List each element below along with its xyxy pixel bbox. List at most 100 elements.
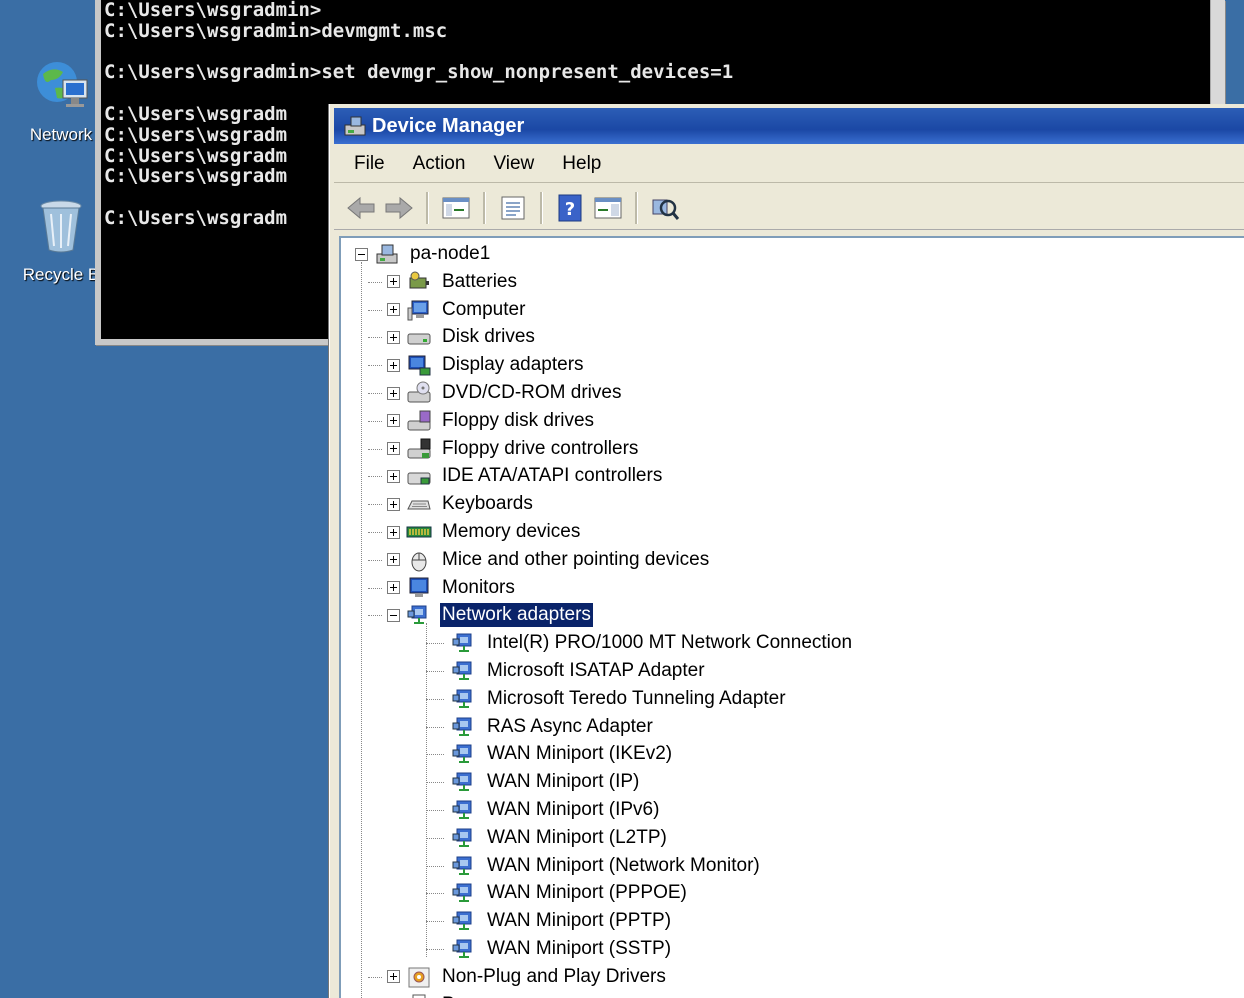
tree-root-node[interactable]: pa-node1 xyxy=(355,240,492,268)
expand-toggle[interactable] xyxy=(387,469,400,483)
tree-item-label: Mice and other pointing devices xyxy=(442,548,710,570)
tree-category-monitors[interactable]: Monitors xyxy=(387,574,517,602)
tree-connector-line xyxy=(368,615,382,617)
tree-category-memory-devices[interactable]: Memory devices xyxy=(387,518,582,546)
dvd-drive-icon xyxy=(406,381,432,405)
scan-hardware-button[interactable] xyxy=(648,191,682,225)
expand-toggle[interactable] xyxy=(387,970,400,984)
network-device-icon xyxy=(451,742,477,766)
device-manager-window[interactable]: Device Manager File Action View Help ? pa-n… xyxy=(329,104,1244,998)
network-device-icon xyxy=(451,715,477,739)
tree-device-item[interactable]: Microsoft Teredo Tunneling Adapter xyxy=(421,685,788,713)
tree-item-label: Computer xyxy=(442,298,526,320)
tree-device-item[interactable]: WAN Miniport (Network Monitor) xyxy=(421,852,762,880)
collapse-toggle[interactable] xyxy=(355,247,368,261)
tree-connector-line xyxy=(426,754,444,756)
tree-category-non-plug-and-play-drivers[interactable]: Non-Plug and Play Drivers xyxy=(387,963,668,991)
tree-device-item[interactable]: WAN Miniport (L2TP) xyxy=(421,824,669,852)
tree-connector-line xyxy=(426,698,444,700)
tree-connector-line xyxy=(368,337,382,339)
expand-toggle[interactable] xyxy=(387,553,400,567)
tree-device-item[interactable]: WAN Miniport (IKEv2) xyxy=(421,740,674,768)
tree-item-label: Non-Plug and Play Drivers xyxy=(442,965,666,987)
show-hide-tree-button[interactable] xyxy=(439,191,473,225)
tree-connector-line xyxy=(426,623,427,957)
expand-toggle[interactable] xyxy=(387,330,400,344)
tree-connector-line xyxy=(361,261,362,998)
tree-connector-line xyxy=(368,309,382,311)
collapse-toggle[interactable] xyxy=(387,608,400,622)
forward-button[interactable] xyxy=(382,191,416,225)
expand-toggle[interactable] xyxy=(387,581,400,595)
expand-toggle[interactable] xyxy=(387,525,400,539)
back-button[interactable] xyxy=(344,191,378,225)
tree-category-p[interactable]: P xyxy=(387,991,457,998)
keyboard-icon xyxy=(406,492,432,516)
expand-toggle[interactable] xyxy=(387,414,400,428)
properties-icon xyxy=(501,196,525,219)
expand-toggle[interactable] xyxy=(387,497,400,511)
tree-category-mice-and-other-pointing-devices[interactable]: Mice and other pointing devices xyxy=(387,546,711,574)
tree-device-item[interactable]: Microsoft ISATAP Adapter xyxy=(421,657,707,685)
network-device-icon xyxy=(451,631,477,655)
tree-category-ide-ata-atapi-controllers[interactable]: IDE ATA/ATAPI controllers xyxy=(387,462,664,490)
tree-category-floppy-drive-controllers[interactable]: Floppy drive controllers xyxy=(387,435,640,463)
toolbar-separator xyxy=(635,191,638,224)
floppy-disk-icon xyxy=(406,409,432,433)
device-tree[interactable]: pa-node1 Batteries Computer Disk drives Disp… xyxy=(339,236,1244,998)
tree-device-item[interactable]: WAN Miniport (PPTP) xyxy=(421,907,673,935)
expand-toggle[interactable] xyxy=(387,442,400,456)
tree-category-disk-drives[interactable]: Disk drives xyxy=(387,323,537,351)
tree-connector-line xyxy=(368,976,382,978)
tree-connector-line xyxy=(368,532,382,533)
menu-help[interactable]: Help xyxy=(548,153,615,175)
printer-icon xyxy=(406,993,432,998)
help-button[interactable]: ? xyxy=(553,191,587,225)
tree-device-item[interactable]: Intel(R) PRO/1000 MT Network Connection xyxy=(421,629,854,657)
tree-connector-line xyxy=(426,949,444,950)
tree-connector-line xyxy=(426,810,444,811)
tree-category-display-adapters[interactable]: Display adapters xyxy=(387,351,586,379)
tree-device-item[interactable]: WAN Miniport (IPv6) xyxy=(421,796,661,824)
tree-device-item[interactable]: WAN Miniport (PPPOE) xyxy=(421,879,689,907)
computer-root-icon xyxy=(374,242,400,266)
network-device-icon xyxy=(451,798,477,822)
tree-item-label: Floppy drive controllers xyxy=(442,437,639,459)
action-pane-button[interactable] xyxy=(591,191,625,225)
expand-toggle[interactable] xyxy=(387,386,400,400)
tree-item-label: DVD/CD-ROM drives xyxy=(442,382,622,403)
tree-item-label: WAN Miniport (IP) xyxy=(487,771,640,793)
tree-category-keyboards[interactable]: Keyboards xyxy=(387,490,535,518)
tree-connector-line xyxy=(426,893,444,895)
forward-arrow-icon xyxy=(385,196,413,219)
tree-device-item[interactable]: WAN Miniport (SSTP) xyxy=(421,935,673,963)
battery-icon xyxy=(406,270,432,294)
tree-device-item[interactable]: RAS Async Adapter xyxy=(421,713,655,741)
tree-item-label: RAS Async Adapter xyxy=(487,715,653,737)
back-arrow-icon xyxy=(347,196,375,219)
expand-toggle[interactable] xyxy=(387,275,400,289)
tree-connector-line xyxy=(368,420,382,422)
toolbar: ? xyxy=(334,186,1244,230)
tree-device-item[interactable]: WAN Miniport (IP) xyxy=(421,768,641,796)
menu-action[interactable]: Action xyxy=(399,153,480,175)
console-line: C:\Users\wsgradmin> xyxy=(104,0,322,21)
expand-toggle[interactable] xyxy=(387,358,400,372)
recycle-bin-icon xyxy=(40,200,82,253)
menu-file[interactable]: File xyxy=(334,153,399,175)
tree-item-label: Monitors xyxy=(442,576,515,598)
tree-category-network-adapters[interactable]: Network adapters xyxy=(387,601,594,629)
tree-connector-line xyxy=(426,671,444,672)
title-bar[interactable]: Device Manager xyxy=(334,108,1244,144)
expand-toggle[interactable] xyxy=(387,303,400,317)
tree-category-computer[interactable]: Computer xyxy=(387,296,527,324)
tree-category-dvd-cd-rom-drives[interactable]: DVD/CD-ROM drives xyxy=(387,379,623,407)
network-device-icon xyxy=(451,937,477,961)
tree-category-floppy-disk-drives[interactable]: Floppy disk drives xyxy=(387,407,596,435)
tree-connector-line xyxy=(368,559,382,561)
tree-item-label: Display adapters xyxy=(442,354,584,376)
tree-category-batteries[interactable]: Batteries xyxy=(387,268,519,296)
properties-button[interactable] xyxy=(496,191,530,225)
network-globe-icon xyxy=(37,62,88,107)
menu-view[interactable]: View xyxy=(479,153,548,175)
